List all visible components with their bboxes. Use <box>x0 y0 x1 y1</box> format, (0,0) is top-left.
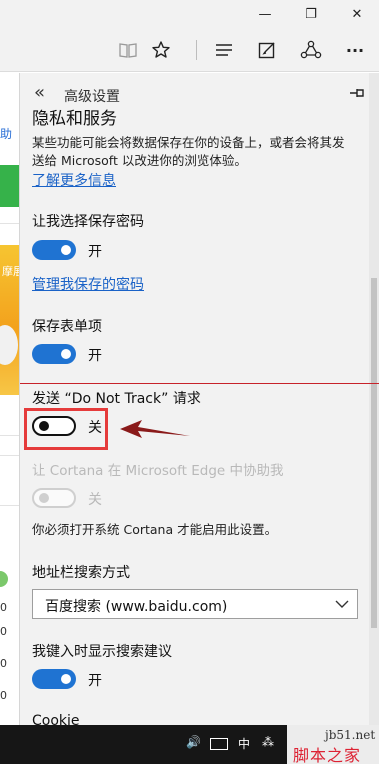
search-suggestions-label: 我键入时显示搜索建议 <box>32 644 172 660</box>
watermark: jb51.net 脚本之家 <box>287 725 379 764</box>
page-divider <box>0 505 19 506</box>
close-icon: ✕ <box>351 6 363 22</box>
page-green-dot <box>0 571 8 587</box>
search-engine-value: 百度搜索 (www.baidu.com) <box>45 599 228 615</box>
minimize-button[interactable]: — <box>243 0 287 28</box>
learn-more-link[interactable]: 了解更多信息 <box>32 170 116 190</box>
web-note-button[interactable] <box>252 28 282 72</box>
battery-icon[interactable] <box>210 738 228 750</box>
save-passwords-label: 让我选择保存密码 <box>32 214 144 230</box>
save-forms-label: 保存表单项 <box>32 319 102 335</box>
cortana-toggle <box>32 488 76 508</box>
share-button[interactable] <box>296 28 326 72</box>
banner-text: 摩展 <box>2 265 19 278</box>
cookie-label: Cookie <box>32 713 80 725</box>
panel-title: 高级设置 <box>64 89 120 105</box>
annotation-highlight-box <box>24 408 108 450</box>
privacy-description: 某些功能可能会将数据保存在你的设备上，或者会将其发 <box>32 135 345 150</box>
title-bar: — ❐ ✕ <box>0 0 379 28</box>
page-divider <box>0 455 19 456</box>
save-forms-toggle[interactable] <box>32 344 76 364</box>
search-suggestions-toggle[interactable] <box>32 669 76 689</box>
save-passwords-state: 开 <box>88 244 102 260</box>
panel-scrollbar[interactable] <box>369 73 379 725</box>
ime-indicator[interactable]: 中 <box>238 735 250 752</box>
cortana-note: 你必须打开系统 Cortana 才能启用此设置。 <box>32 522 278 537</box>
browser-toolbar: ··· <box>0 28 379 72</box>
save-forms-state: 开 <box>88 348 102 364</box>
save-passwords-toggle[interactable] <box>32 240 76 260</box>
background-page: 助 摩展 0 0 0 0 <box>0 73 20 725</box>
page-number: 0 <box>0 601 7 614</box>
reading-view-icon <box>119 43 137 58</box>
toolbar-divider <box>196 40 197 60</box>
page-link-fragment[interactable]: 助 <box>0 125 19 142</box>
tray-extra-icon[interactable]: ⁂ <box>262 735 274 749</box>
web-note-icon <box>258 42 275 59</box>
more-button[interactable]: ··· <box>340 28 370 72</box>
cortana-state: 关 <box>88 492 102 508</box>
page-divider <box>0 223 19 224</box>
annotation-arrow-icon <box>120 420 190 438</box>
favorite-star-icon <box>152 41 170 58</box>
hub-button[interactable] <box>209 28 239 72</box>
taskbar: 🔊 中 ⁂ jb51.net 脚本之家 <box>0 725 379 764</box>
pin-icon[interactable] <box>347 83 367 103</box>
chevron-down-icon <box>335 600 349 608</box>
page-number: 0 <box>0 625 7 638</box>
do-not-track-label: 发送 “Do Not Track” 请求 <box>32 391 201 407</box>
close-window-button[interactable]: ✕ <box>335 0 379 28</box>
search-suggestions-state: 开 <box>88 673 102 689</box>
restore-icon: ❐ <box>305 6 317 22</box>
restore-button[interactable]: ❐ <box>289 0 333 28</box>
cortana-label: 让 Cortana 在 Microsoft Edge 中协助我 <box>32 463 284 479</box>
chevron-back-icon: « <box>34 82 46 103</box>
volume-icon[interactable]: 🔊 <box>186 735 201 749</box>
manage-passwords-link[interactable]: 管理我保存的密码 <box>32 274 144 294</box>
scrollbar-thumb[interactable] <box>371 278 377 628</box>
back-button[interactable]: « <box>34 82 45 103</box>
privacy-description-2: 送给 Microsoft 以改进你的浏览体验。 <box>32 153 247 168</box>
favorite-button[interactable] <box>146 28 176 72</box>
watermark-url: jb51.net <box>325 728 376 742</box>
advanced-settings-panel: « 高级设置 隐私和服务 某些功能可能会将数据保存在你的设备上，或者会将其发 送… <box>20 73 379 725</box>
watermark-name: 脚本之家 <box>293 746 362 764</box>
search-engine-select[interactable]: 百度搜索 (www.baidu.com) <box>32 589 358 619</box>
reading-view-button[interactable] <box>113 28 143 72</box>
annotation-line <box>20 383 379 384</box>
more-icon: ··· <box>345 40 365 60</box>
privacy-heading: 隐私和服务 <box>32 109 117 129</box>
search-engine-label: 地址栏搜索方式 <box>32 565 130 581</box>
page-number: 0 <box>0 657 7 670</box>
page-banner-image: 摩展 <box>0 245 19 395</box>
page-divider <box>0 435 19 436</box>
share-icon <box>300 40 322 59</box>
page-green-button[interactable] <box>0 165 19 207</box>
minimize-icon: — <box>258 6 272 22</box>
page-number: 0 <box>0 689 7 702</box>
hub-icon <box>216 44 232 56</box>
